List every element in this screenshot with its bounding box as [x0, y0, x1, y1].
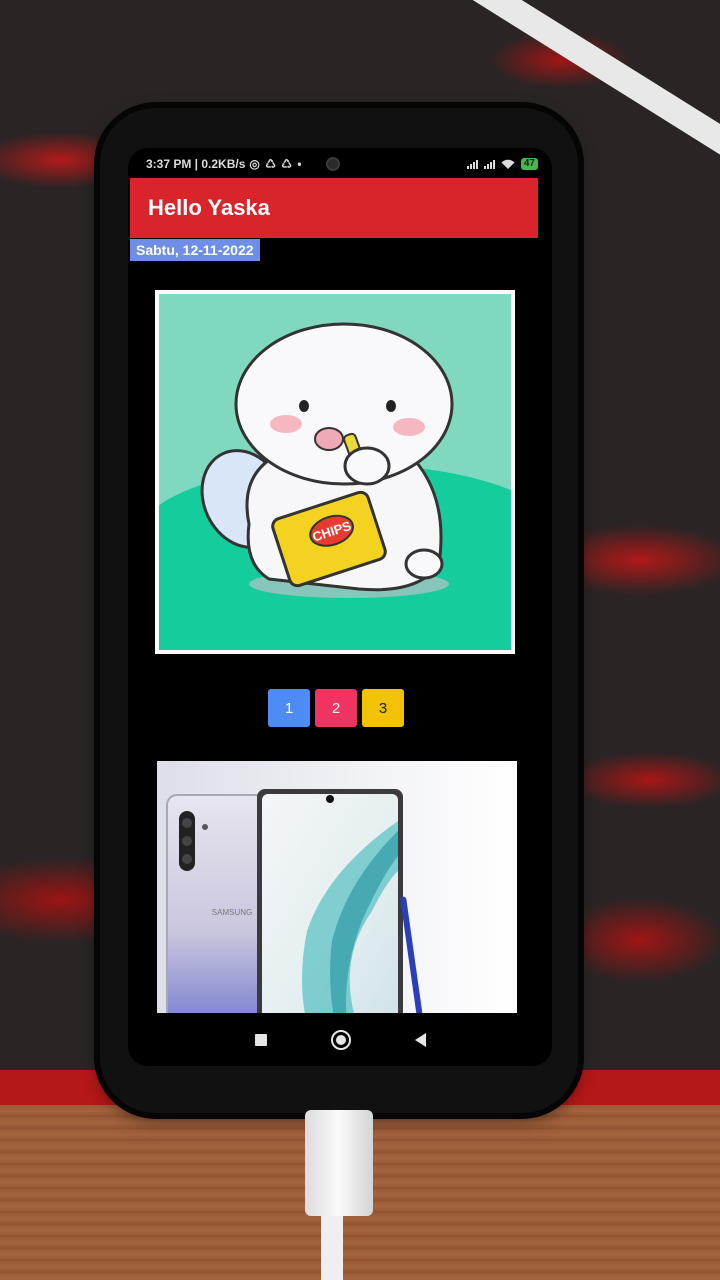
- app-bar: Hello Yaska: [130, 178, 538, 238]
- date-label: Sabtu, 12-11-2022: [130, 239, 260, 261]
- status-right: 47: [466, 158, 538, 170]
- status-time: 3:37 PM | 0.2KB/s: [146, 157, 246, 171]
- app-title: Hello Yaska: [148, 195, 270, 220]
- usb-plug: [305, 1110, 373, 1216]
- recents-button[interactable]: [254, 1033, 267, 1046]
- navigation-bar: [128, 1013, 552, 1066]
- page-2-button[interactable]: 2: [315, 689, 357, 727]
- product-image: SAMSUNG: [157, 761, 517, 1013]
- signal-icon: [483, 159, 495, 169]
- back-button[interactable]: [414, 1032, 426, 1047]
- pager: 1 2 3: [268, 689, 404, 727]
- product-phones: SAMSUNG: [166, 789, 424, 1013]
- page-1-button[interactable]: 1: [268, 689, 310, 727]
- sticker-image: CHIPS: [155, 290, 515, 654]
- signal-icon: [466, 159, 478, 169]
- page-3-button[interactable]: 3: [362, 689, 404, 727]
- battery-icon: 47: [520, 158, 538, 170]
- phone-screen: 3:37 PM | 0.2KB/s ◎ ♺ ♺ • 47 Hello Yaska…: [128, 148, 552, 1066]
- recents-icon: [254, 1033, 267, 1046]
- sticker-picture: CHIPS: [159, 294, 511, 650]
- front-camera: [326, 157, 340, 171]
- sticker-character: CHIPS: [200, 322, 454, 598]
- back-icon: [414, 1032, 426, 1047]
- notification-icons: ◎ ♺ ♺ •: [249, 157, 303, 171]
- home-icon: [330, 1029, 351, 1050]
- wifi-icon: [501, 159, 515, 169]
- status-bar: 3:37 PM | 0.2KB/s ◎ ♺ ♺ • 47: [128, 148, 552, 180]
- home-button[interactable]: [330, 1029, 351, 1050]
- samsung-label: SAMSUNG: [212, 908, 252, 917]
